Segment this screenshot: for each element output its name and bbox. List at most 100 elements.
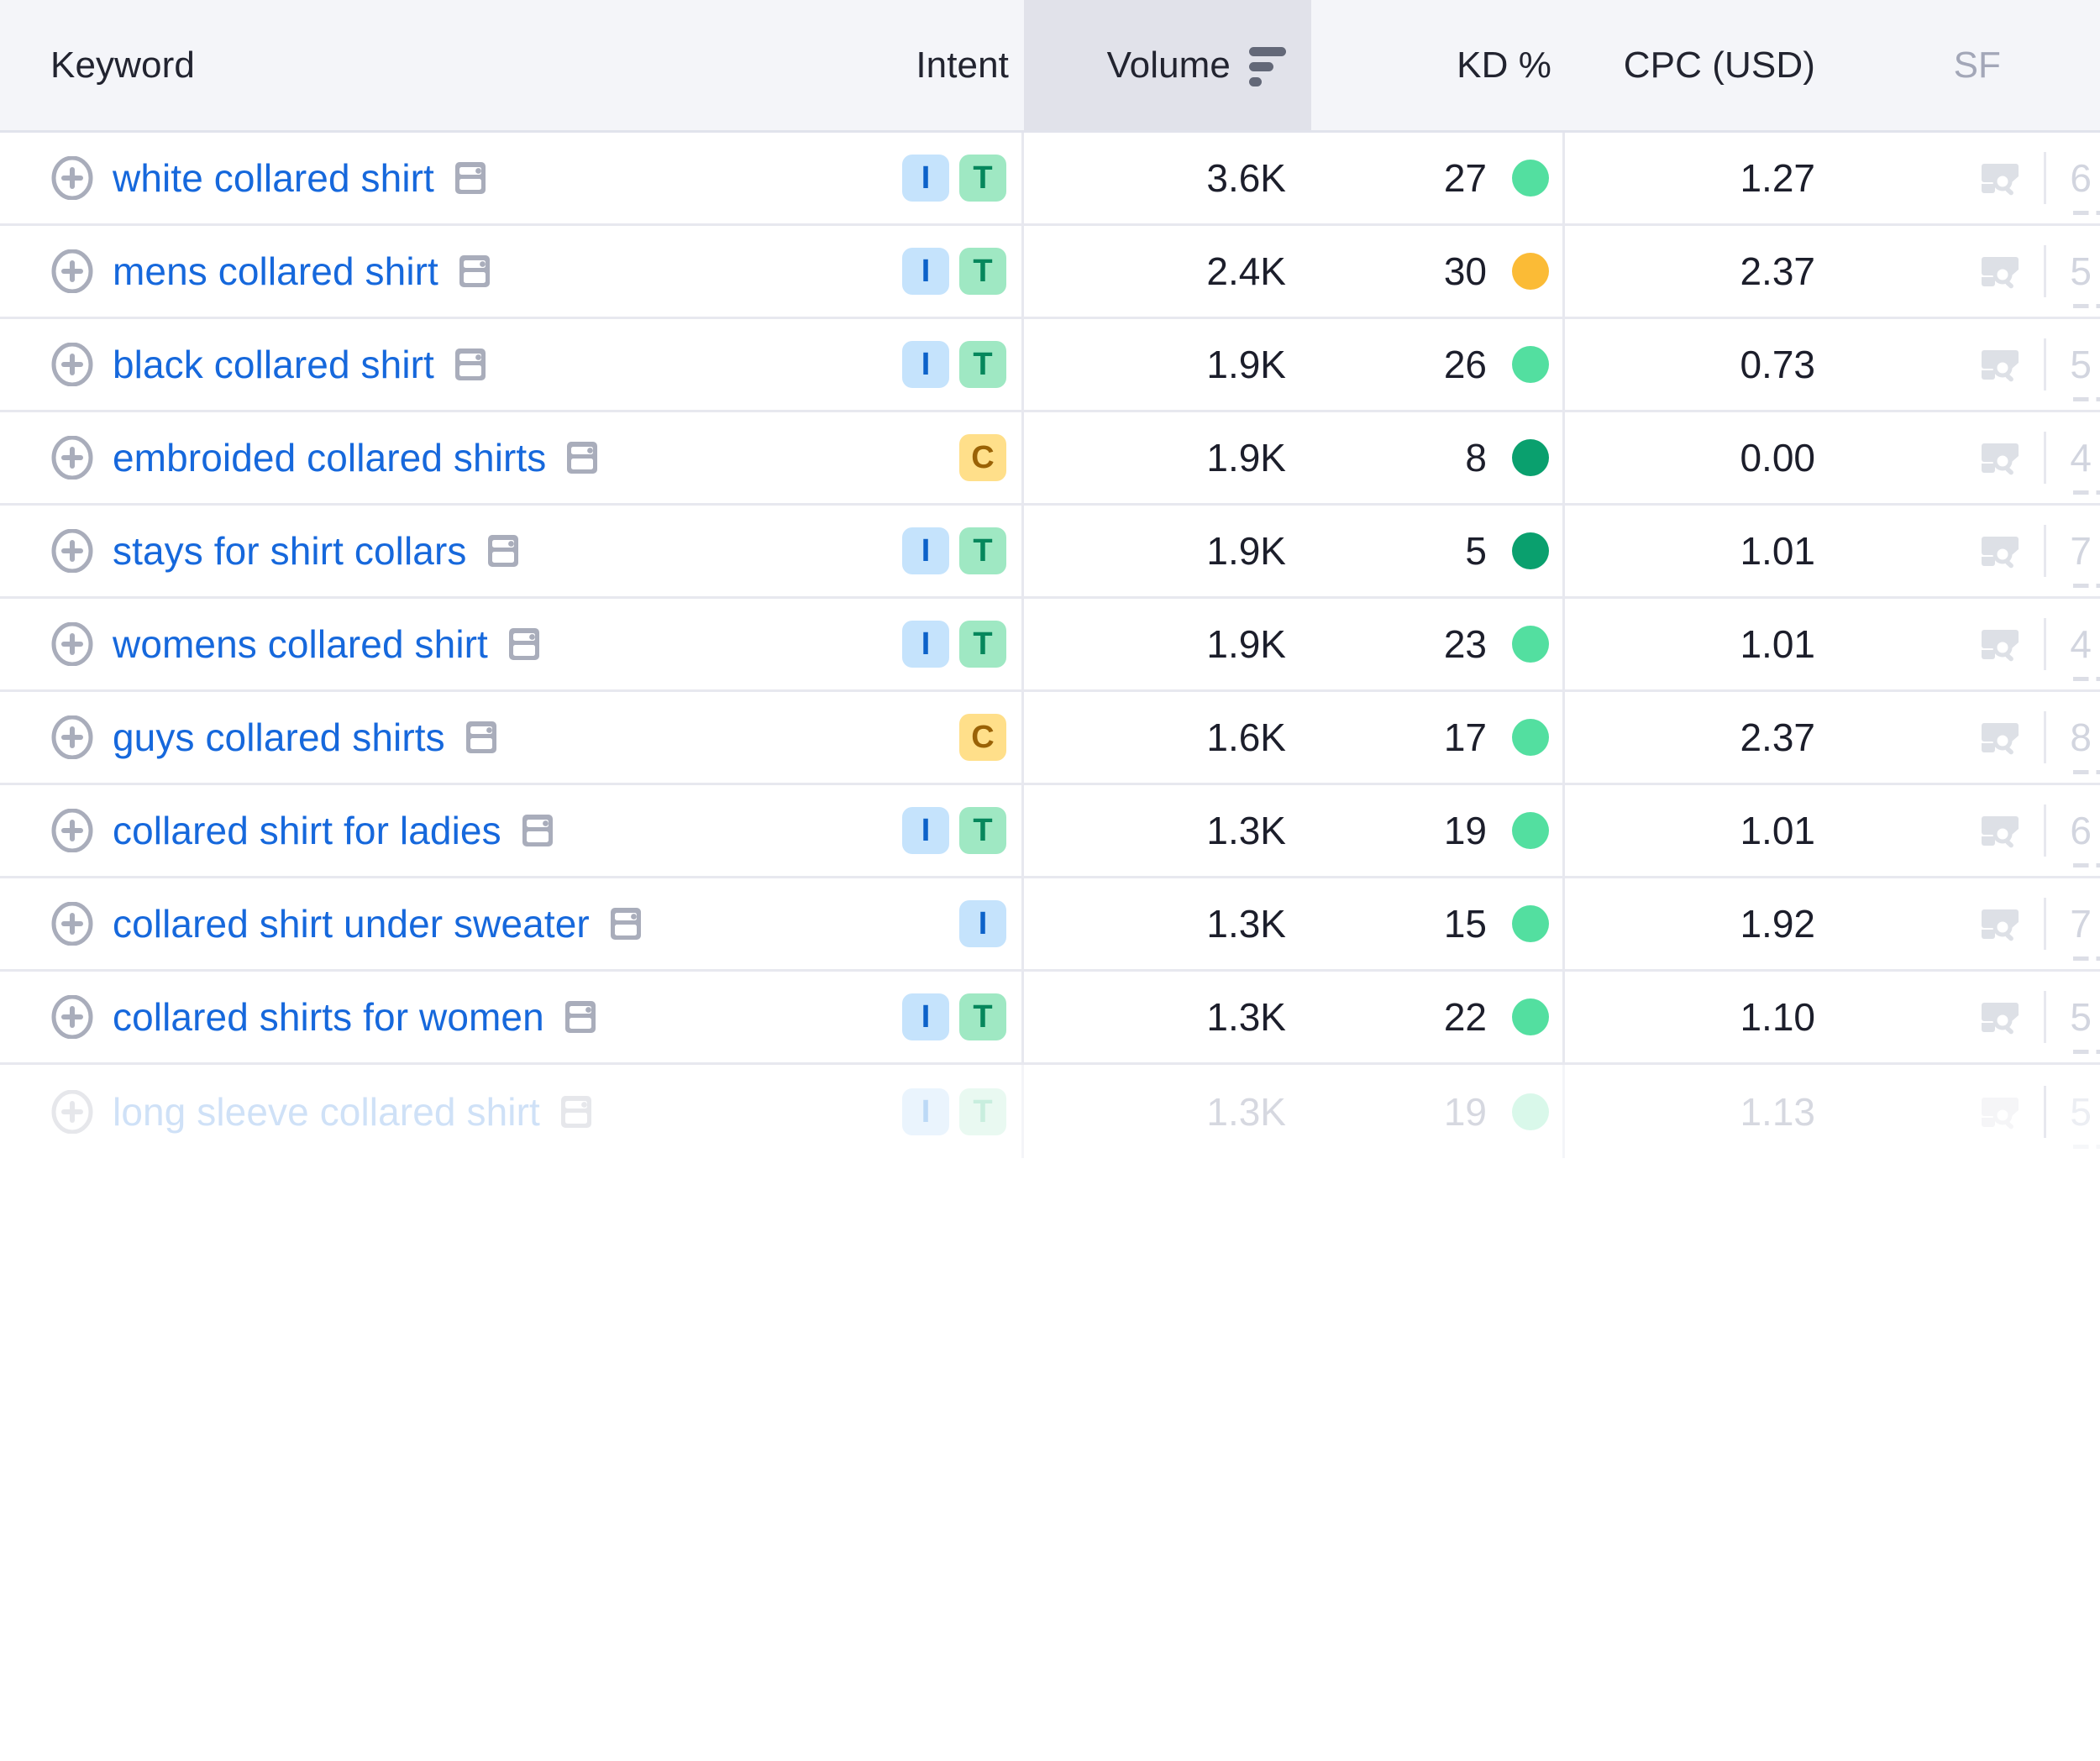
column-header-kd[interactable]: KD % [1311, 0, 1565, 130]
intent-badge-informational[interactable]: I [902, 341, 949, 388]
intent-badge-transactional[interactable]: T [959, 621, 1006, 668]
kd-value: 26 [1443, 343, 1487, 386]
intent-badge-transactional[interactable]: T [959, 155, 1006, 202]
keyword-link[interactable]: collared shirts for women [113, 994, 544, 1040]
table-row[interactable]: embroided collared shirts C 1.9K 8 0.00 … [0, 412, 2100, 506]
serp-features-icon[interactable] [1982, 345, 2020, 384]
column-header-volume-label: Volume [1106, 44, 1231, 86]
plus-circle-icon[interactable] [50, 529, 94, 573]
plus-circle-icon[interactable] [50, 1089, 94, 1134]
keyword-link[interactable]: womens collared shirt [113, 621, 488, 667]
serp-features-icon[interactable] [1982, 811, 2020, 850]
table-body: white collared shirt IT 3.6K 27 1.27 6 m… [0, 133, 2100, 1158]
serp-preview-icon[interactable] [564, 1000, 596, 1034]
keyword-link[interactable]: black collared shirt [113, 342, 434, 387]
intent-badge-informational[interactable]: I [902, 1088, 949, 1135]
column-header-volume[interactable]: Volume [1024, 0, 1311, 130]
intent-badge-informational[interactable]: I [902, 807, 949, 854]
intent-badge-transactional[interactable]: T [959, 527, 1006, 574]
intent-badge-informational[interactable]: I [959, 900, 1006, 947]
table-row[interactable]: guys collared shirts C 1.6K 17 2.37 8 [0, 692, 2100, 785]
keyword-link[interactable]: long sleeve collared shirt [113, 1089, 540, 1135]
serp-preview-icon[interactable] [459, 254, 491, 288]
serp-features-icon[interactable] [1982, 1093, 2020, 1131]
keyword-link[interactable]: collared shirt under sweater [113, 901, 590, 946]
intent-badge-transactional[interactable]: T [959, 1088, 1006, 1135]
intent-badge-informational[interactable]: I [902, 621, 949, 668]
volume-value: 3.6K [1206, 156, 1286, 200]
cpc-value: 0.73 [1740, 343, 1815, 386]
intent-badge-commercial[interactable]: C [959, 434, 1006, 481]
serp-features-icon[interactable] [1982, 625, 2020, 663]
intent-badge-transactional[interactable]: T [959, 993, 1006, 1040]
plus-circle-icon[interactable] [50, 156, 94, 200]
table-row[interactable]: white collared shirt IT 3.6K 27 1.27 6 [0, 133, 2100, 226]
serp-preview-icon[interactable] [454, 348, 486, 381]
intent-badge-transactional[interactable]: T [959, 341, 1006, 388]
table-row[interactable]: mens collared shirt IT 2.4K 30 2.37 5 [0, 226, 2100, 319]
plus-circle-icon[interactable] [50, 809, 94, 852]
serp-preview-icon[interactable] [465, 721, 497, 754]
plus-circle-icon[interactable] [50, 902, 94, 946]
cpc-value: 1.01 [1740, 529, 1815, 573]
serp-preview-icon[interactable] [560, 1095, 592, 1129]
serp-features-icon[interactable] [1982, 718, 2020, 757]
plus-circle-icon[interactable] [50, 343, 94, 386]
plus-circle-icon[interactable] [50, 622, 94, 666]
serp-preview-icon[interactable] [522, 814, 554, 847]
intent-badge-transactional[interactable]: T [959, 248, 1006, 295]
volume-value: 1.9K [1206, 529, 1286, 573]
keyword-link[interactable]: embroided collared shirts [113, 435, 546, 480]
cell-kd: 17 [1311, 692, 1565, 783]
serp-preview-icon[interactable] [454, 161, 486, 195]
intent-badge-informational[interactable]: I [902, 248, 949, 295]
serp-features-icon[interactable] [1982, 252, 2020, 291]
keyword-link[interactable]: collared shirt for ladies [113, 808, 501, 853]
intent-badge-commercial[interactable]: C [959, 714, 1006, 761]
plus-circle-icon[interactable] [50, 249, 94, 293]
cell-sf: 4 [1834, 412, 2100, 503]
serp-features-icon[interactable] [1982, 532, 2020, 570]
plus-circle-icon[interactable] [50, 715, 94, 759]
cell-keyword: collared shirt for ladies [0, 785, 856, 876]
table-row[interactable]: collared shirt for ladies IT 1.3K 19 1.0… [0, 785, 2100, 878]
serp-features-icon[interactable] [1982, 159, 2020, 197]
intent-badge-informational[interactable]: I [902, 155, 949, 202]
cell-volume: 1.9K [1024, 319, 1311, 410]
column-header-cpc[interactable]: CPC (USD) [1565, 0, 1834, 130]
serp-features-icon[interactable] [1982, 904, 2020, 943]
keyword-link[interactable]: stays for shirt collars [113, 528, 467, 574]
column-header-keyword[interactable]: Keyword [0, 0, 856, 130]
serp-features-icon[interactable] [1982, 438, 2020, 477]
serp-preview-icon[interactable] [508, 627, 540, 661]
sf-value: 8 [2070, 715, 2100, 774]
column-header-sf[interactable]: SF [1834, 0, 2100, 130]
table-row[interactable]: long sleeve collared shirt IT 1.3K 19 1.… [0, 1065, 2100, 1158]
keyword-link[interactable]: guys collared shirts [113, 715, 445, 760]
sf-value: 4 [2070, 621, 2100, 681]
plus-circle-icon[interactable] [50, 436, 94, 480]
plus-circle-icon[interactable] [50, 995, 94, 1039]
sort-descending-icon[interactable] [1249, 46, 1286, 86]
cell-cpc: 1.27 [1565, 133, 1834, 223]
serp-preview-icon[interactable] [566, 441, 598, 474]
table-row[interactable]: stays for shirt collars IT 1.9K 5 1.01 7 [0, 506, 2100, 599]
table-row[interactable]: collared shirt under sweater I 1.3K 15 1… [0, 878, 2100, 972]
table-row[interactable]: womens collared shirt IT 1.9K 23 1.01 4 [0, 599, 2100, 692]
kd-value: 19 [1443, 1089, 1487, 1134]
serp-preview-icon[interactable] [610, 907, 642, 941]
keyword-link[interactable]: white collared shirt [113, 155, 434, 201]
table-row[interactable]: collared shirts for women IT 1.3K 22 1.1… [0, 972, 2100, 1065]
serp-features-icon[interactable] [1982, 998, 2020, 1036]
cell-kd: 30 [1311, 226, 1565, 317]
table-row[interactable]: black collared shirt IT 1.9K 26 0.73 5 [0, 319, 2100, 412]
sf-divider [2044, 1085, 2047, 1138]
cpc-value: 1.01 [1740, 809, 1815, 852]
column-header-intent[interactable]: Intent [856, 0, 1024, 130]
volume-value: 1.9K [1206, 436, 1286, 480]
intent-badge-informational[interactable]: I [902, 993, 949, 1040]
serp-preview-icon[interactable] [487, 534, 519, 568]
keyword-link[interactable]: mens collared shirt [113, 249, 438, 294]
intent-badge-informational[interactable]: I [902, 527, 949, 574]
intent-badge-transactional[interactable]: T [959, 807, 1006, 854]
